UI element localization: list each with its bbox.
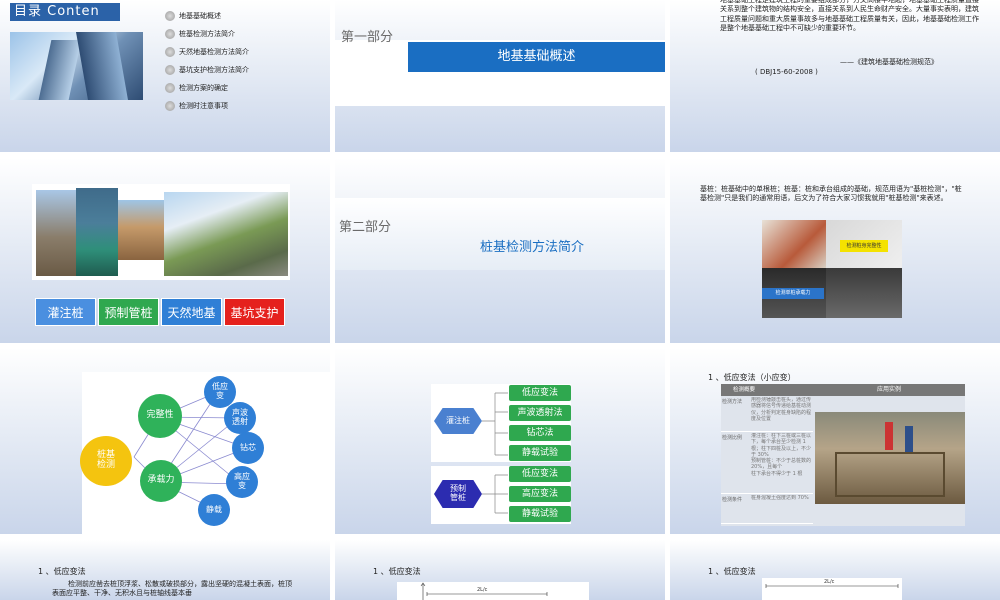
contents-item-label: 基坑支护检测方法简介 (179, 66, 249, 74)
contents-item-label: 地基基础概述 (179, 12, 221, 20)
method-pill: 静载试验 (509, 506, 571, 522)
category-button[interactable]: 基坑支护 (224, 298, 285, 326)
contents-item-label: 检测时注意事项 (179, 102, 228, 110)
contents-item: 基坑支护检测方法简介 (165, 64, 249, 76)
node-integrity: 完整性 (138, 394, 182, 438)
contents-item: 检测时注意事项 (165, 100, 228, 112)
method-pill: 高应变法 (509, 486, 571, 502)
contents-item: 检测方案的确定 (165, 82, 228, 94)
bullet-circle-icon (165, 83, 175, 93)
slide-2-thumbnail[interactable]: 第一部分 地基基础概述 (335, 0, 665, 152)
definition-paragraph: 基桩：桩基础中的单根桩；桩基：桩和承台组成的基础，规范用语为"基桩检测"，"桩基… (700, 185, 962, 203)
mindmap-panel: 桩基 检测 完整性 承载力 低应 变声波 透射 钻芯 高应 变静载 (80, 372, 330, 534)
waveform-chart: 2L/c (762, 578, 902, 600)
source-label: ——《建筑地基基础检测规范》 (840, 58, 938, 66)
node-method: 声波 透射 (224, 402, 256, 434)
prep-paragraph: 检测前应凿去桩顶浮浆、松散或破损部分，露出坚硬的混凝土表面，桩顶表面应平整、干净… (52, 580, 292, 598)
tag-integrity: 检测桩身完整性 (840, 240, 888, 252)
table-row-label: 检测方法 (722, 399, 743, 405)
intro-paragraph: 地基基础工程是建筑工程的重要组成部分，方文高楼平地起，地基基础工程质量直接关系到… (720, 0, 979, 33)
part-label: 第一部分 (341, 30, 394, 45)
contents-item-label: 桩基检测方法简介 (179, 30, 235, 38)
method-pill: 静载试验 (509, 445, 571, 461)
building-photo (10, 32, 143, 100)
flow-connectors (482, 392, 508, 514)
node-method: 高应 变 (226, 466, 258, 498)
section-title: 桩基检测方法简介 (480, 240, 585, 255)
node-pile-testing: 桩基 检测 (80, 436, 132, 486)
bullet-circle-icon (165, 29, 175, 39)
slide-12-thumbnail[interactable]: 1 、低应变法 2L/c (670, 540, 1000, 600)
slide-6-thumbnail[interactable]: 基桩：桩基础中的单根桩；桩基：桩和承台组成的基础，规范用语为"基桩检测"，"桩基… (670, 158, 1000, 343)
period-label: 2L/c (824, 579, 835, 585)
slide-sorter-grid: 目录 Conten 地基基础概述 桩基检测方法简介 天然地基检测方法简介 基坑支护检测… (0, 0, 1000, 600)
method-pill: 低应变法 (509, 385, 571, 401)
slide-11-thumbnail[interactable]: 1 、低应变法 2L/c (335, 540, 665, 600)
node-method: 静载 (198, 494, 230, 526)
site-photo (815, 412, 965, 504)
period-label: 2L/c (477, 587, 488, 593)
table-row: 检测比例 灌注桩：柱下三桩或三桩以下，每个承台至少检测 1 根；柱下四桩及以上，不… (721, 432, 813, 494)
bullet-circle-icon (165, 65, 175, 75)
slide-heading: 1 、低应变法（小应变） (708, 373, 796, 382)
waveform-chart: 2L/c (397, 582, 589, 600)
contents-item-label: 天然地基检测方法简介 (179, 48, 249, 56)
table-row: 检测方法 用检测锤敲击桩头，通过传感器将信号传递给基桩动测仪，分析判定桩身缺陷的程… (721, 396, 813, 432)
slide-9-thumbnail[interactable]: 1 、低应变法（小应变） 应用实例 检测概要 检测方法 用检测锤敲击桩头，通过传感… (670, 348, 1000, 534)
node-capacity: 承载力 (140, 460, 182, 502)
table-header-example: 应用实例 (876, 386, 901, 393)
part-label: 第二部分 (339, 220, 392, 235)
slide-heading: 1 、低应变法 (38, 567, 86, 576)
category-button[interactable]: 灌注桩 (35, 298, 96, 326)
contents-item-label: 检测方案的确定 (179, 84, 228, 92)
table-row-value: 桩身混凝土强度达到 70% (751, 495, 809, 501)
method-pill: 低应变法 (509, 466, 571, 482)
category-button[interactable]: 天然地基 (161, 298, 222, 326)
table-row: 检测条件 桩身混凝土强度达到 70% (721, 494, 813, 524)
node-method: 钻芯 (232, 432, 264, 464)
waveform-axes (420, 582, 548, 600)
slide-5-thumbnail[interactable]: 第二部分 桩基检测方法简介 (335, 158, 665, 343)
contents-title: 目录 Conten (10, 3, 120, 21)
bullet-circle-icon (165, 101, 175, 111)
contents-item: 天然地基检测方法简介 (165, 46, 249, 58)
tag-capacity: 检测单桩承载力 (762, 288, 824, 299)
slide-10-thumbnail[interactable]: 1 、低应变法 检测前应凿去桩顶浮浆、松散或破损部分，露出坚硬的混凝土表面，桩顶… (0, 540, 330, 600)
contents-item: 地基基础概述 (165, 10, 221, 22)
slide-8-thumbnail[interactable]: 灌注桩 预制 管桩 低应变法 声波透射法 钻芯法 静载试验 低应变法 高应变法 静载试验 (335, 348, 665, 534)
slide-4-thumbnail[interactable]: 灌注桩 预制管桩 天然地基 基坑支护 (0, 158, 330, 343)
slide-7-thumbnail[interactable]: 桩基 检测 完整性 承载力 低应 变声波 透射 钻芯 高应 变静载 (0, 348, 330, 534)
slide-heading: 1 、低应变法 (373, 567, 421, 576)
table-row-label: 检测条件 (722, 497, 743, 503)
bullet-circle-icon (165, 11, 175, 21)
slide-heading: 1 、低应变法 (708, 567, 756, 576)
bullet-circle-icon (165, 47, 175, 57)
image-panel: 检测桩身完整性 检测单桩承载力 (762, 220, 902, 318)
code-label: ( DBJ15-60-2008 ) (755, 68, 818, 76)
photo-strip (32, 184, 290, 280)
section-title: 地基基础概述 (408, 42, 665, 72)
contents-item: 桩基检测方法简介 (165, 28, 235, 40)
table-row-value: 用检测锤敲击桩头，通过传感器将信号传递给基桩动测仪，分析判定桩身缺陷的程度及位置 (751, 397, 812, 422)
slide-3-thumbnail[interactable]: 地基基础工程是建筑工程的重要组成部分，方文高楼平地起，地基基础工程质量直接关系到… (670, 0, 1000, 152)
slide-1-thumbnail[interactable]: 目录 Conten 地基基础概述桩基检测方法简介天然地基检测方法简介 基坑支护检测… (0, 0, 330, 152)
table-header-summary: 检测概要 (732, 387, 755, 393)
method-pill: 钻芯法 (509, 425, 571, 441)
table-row-value: 灌注桩：柱下三桩或三桩以下，每个承台至少检测 1 根；柱下四桩及以上，不少于 3… (751, 433, 812, 477)
table-row-label: 检测比例 (722, 435, 743, 441)
category-button[interactable]: 预制管桩 (98, 298, 159, 326)
method-pill: 声波透射法 (509, 405, 571, 421)
method-table: 应用实例 检测概要 检测方法 用检测锤敲击桩头，通过传感器将信号传递给基桩动测仪，… (721, 384, 965, 526)
